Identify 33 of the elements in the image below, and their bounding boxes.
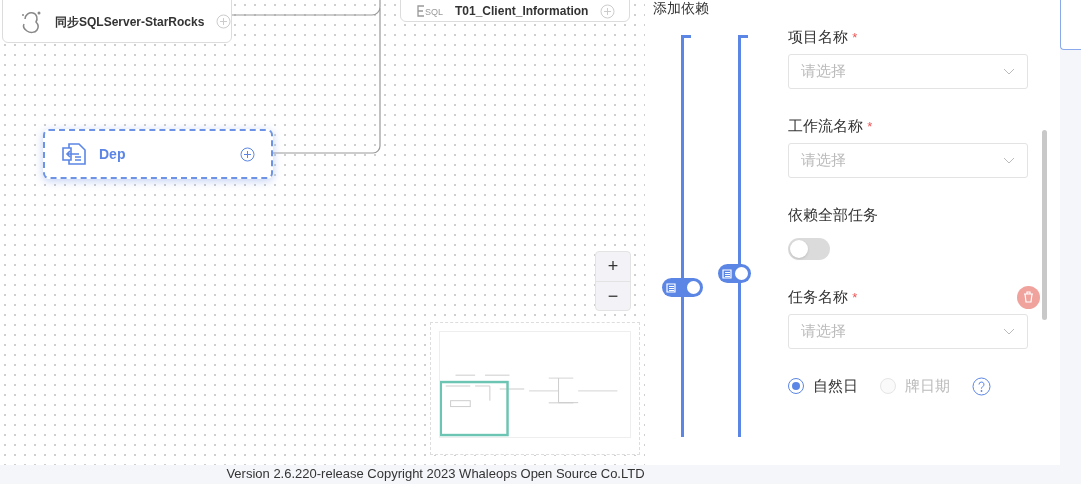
field-label: 依赖全部任务 [788, 205, 879, 225]
node-label: Dep [99, 144, 127, 164]
footer-text: Version 2.6.220-release Copyright 2023 Whaleops Open Source Co.LTD [226, 465, 645, 483]
chevron-down-icon [1003, 157, 1015, 164]
zoom-out-button[interactable]: − [596, 281, 630, 310]
field-label: 项目名称 * [788, 26, 858, 47]
add-icon[interactable] [216, 14, 232, 29]
help-icon[interactable] [972, 376, 991, 396]
panel-title: 添加依赖 [652, 0, 710, 18]
task-node[interactable]: 同步SQLServer-StarRocks [2, 0, 232, 43]
node-label: T01_Client_Information [455, 3, 589, 20]
collapse-handle[interactable] [662, 278, 703, 297]
zoom-in-button[interactable]: + [596, 252, 630, 281]
trash-icon [1023, 291, 1034, 303]
collapse-handle[interactable] [718, 264, 751, 283]
task-node[interactable]: SQL T01_Client_Information [400, 0, 630, 22]
chevron-down-icon [1003, 68, 1015, 75]
task-node[interactable]: Dep [43, 129, 273, 179]
dependency-icon [61, 142, 87, 166]
add-icon[interactable] [240, 146, 255, 162]
select-placeholder: 请选择 [801, 61, 846, 82]
add-icon[interactable] [600, 3, 616, 19]
minimap[interactable] [430, 322, 640, 455]
delete-button[interactable] [1017, 285, 1040, 309]
field-label: 任务名称 * [788, 286, 858, 307]
field-label: 工作流名称 * [788, 115, 873, 136]
node-label: 同步SQLServer-StarRocks [55, 13, 205, 31]
side-tab[interactable] [1060, 0, 1081, 50]
select-placeholder: 请选择 [801, 150, 846, 171]
select-placeholder: 请选择 [801, 321, 846, 342]
toggle-switch[interactable] [788, 238, 830, 260]
chevron-down-icon [1003, 328, 1015, 335]
radio-option[interactable]: 自然日 [788, 374, 858, 398]
